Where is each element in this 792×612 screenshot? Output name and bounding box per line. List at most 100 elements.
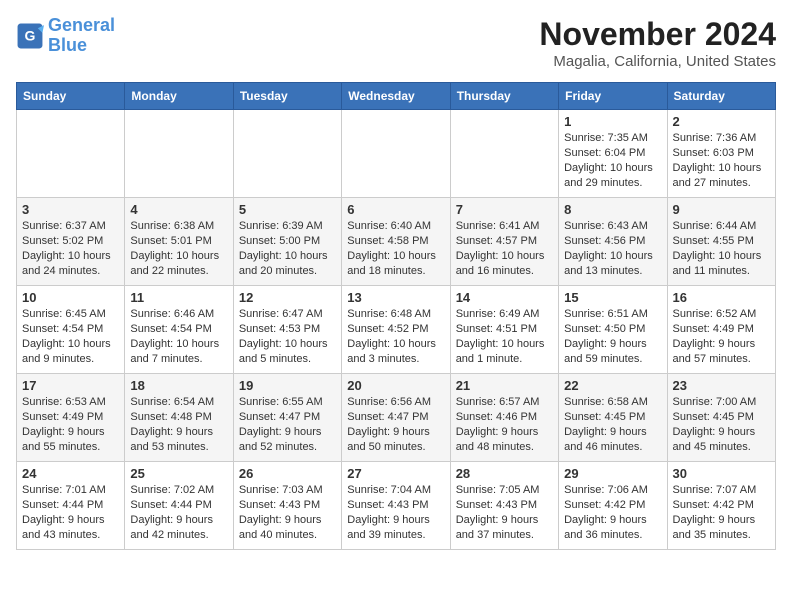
weekday-header: Monday xyxy=(125,83,233,110)
day-info: Sunset: 4:44 PM xyxy=(22,498,119,513)
day-number: 4 xyxy=(130,202,227,217)
logo-line1: General xyxy=(48,15,115,35)
calendar-cell xyxy=(342,110,450,198)
day-info: Sunset: 4:58 PM xyxy=(347,234,444,249)
day-info: Sunrise: 6:44 AM xyxy=(673,219,770,234)
day-info: Sunrise: 6:55 AM xyxy=(239,395,336,410)
day-info: Sunset: 4:43 PM xyxy=(239,498,336,513)
calendar-cell: 5Sunrise: 6:39 AMSunset: 5:00 PMDaylight… xyxy=(233,198,341,286)
day-info: Daylight: 10 hours and 11 minutes. xyxy=(673,249,770,279)
calendar-cell: 27Sunrise: 7:04 AMSunset: 4:43 PMDayligh… xyxy=(342,462,450,550)
day-info: Sunset: 4:47 PM xyxy=(347,410,444,425)
day-info: Daylight: 10 hours and 16 minutes. xyxy=(456,249,553,279)
day-number: 12 xyxy=(239,290,336,305)
day-info: Daylight: 9 hours and 35 minutes. xyxy=(673,513,770,543)
day-info: Sunrise: 7:00 AM xyxy=(673,395,770,410)
calendar-cell: 22Sunrise: 6:58 AMSunset: 4:45 PMDayligh… xyxy=(559,374,667,462)
day-info: Sunrise: 6:57 AM xyxy=(456,395,553,410)
calendar: SundayMondayTuesdayWednesdayThursdayFrid… xyxy=(16,82,776,550)
day-number: 19 xyxy=(239,378,336,393)
day-number: 10 xyxy=(22,290,119,305)
day-info: Daylight: 9 hours and 39 minutes. xyxy=(347,513,444,543)
day-info: Sunset: 4:53 PM xyxy=(239,322,336,337)
day-info: Daylight: 9 hours and 40 minutes. xyxy=(239,513,336,543)
calendar-cell: 17Sunrise: 6:53 AMSunset: 4:49 PMDayligh… xyxy=(17,374,125,462)
day-number: 13 xyxy=(347,290,444,305)
weekday-header: Friday xyxy=(559,83,667,110)
day-info: Sunset: 4:45 PM xyxy=(564,410,661,425)
day-info: Sunset: 5:00 PM xyxy=(239,234,336,249)
calendar-cell: 7Sunrise: 6:41 AMSunset: 4:57 PMDaylight… xyxy=(450,198,558,286)
day-info: Sunset: 4:46 PM xyxy=(456,410,553,425)
day-info: Sunrise: 6:43 AM xyxy=(564,219,661,234)
day-number: 29 xyxy=(564,466,661,481)
calendar-header: SundayMondayTuesdayWednesdayThursdayFrid… xyxy=(17,83,776,110)
day-number: 15 xyxy=(564,290,661,305)
calendar-cell: 8Sunrise: 6:43 AMSunset: 4:56 PMDaylight… xyxy=(559,198,667,286)
calendar-cell: 23Sunrise: 7:00 AMSunset: 4:45 PMDayligh… xyxy=(667,374,775,462)
day-info: Daylight: 9 hours and 43 minutes. xyxy=(22,513,119,543)
day-info: Daylight: 10 hours and 29 minutes. xyxy=(564,161,661,191)
logo-icon: G xyxy=(16,22,44,50)
day-info: Daylight: 10 hours and 9 minutes. xyxy=(22,337,119,367)
weekday-header: Wednesday xyxy=(342,83,450,110)
day-info: Sunset: 4:48 PM xyxy=(130,410,227,425)
calendar-body: 1Sunrise: 7:35 AMSunset: 6:04 PMDaylight… xyxy=(17,110,776,550)
day-info: Daylight: 9 hours and 50 minutes. xyxy=(347,425,444,455)
day-info: Sunrise: 7:03 AM xyxy=(239,483,336,498)
day-info: Sunrise: 6:51 AM xyxy=(564,307,661,322)
page-header: G General Blue November 2024 Magalia, Ca… xyxy=(16,16,776,70)
day-number: 22 xyxy=(564,378,661,393)
day-info: Sunset: 4:49 PM xyxy=(22,410,119,425)
day-info: Daylight: 10 hours and 13 minutes. xyxy=(564,249,661,279)
day-info: Daylight: 9 hours and 48 minutes. xyxy=(456,425,553,455)
day-info: Sunset: 6:03 PM xyxy=(673,146,770,161)
weekday-row: SundayMondayTuesdayWednesdayThursdayFrid… xyxy=(17,83,776,110)
calendar-cell: 20Sunrise: 6:56 AMSunset: 4:47 PMDayligh… xyxy=(342,374,450,462)
day-info: Sunset: 4:52 PM xyxy=(347,322,444,337)
logo-text: General Blue xyxy=(48,16,115,56)
day-info: Sunset: 4:56 PM xyxy=(564,234,661,249)
calendar-cell: 14Sunrise: 6:49 AMSunset: 4:51 PMDayligh… xyxy=(450,286,558,374)
day-info: Sunset: 4:57 PM xyxy=(456,234,553,249)
calendar-cell: 25Sunrise: 7:02 AMSunset: 4:44 PMDayligh… xyxy=(125,462,233,550)
calendar-cell: 2Sunrise: 7:36 AMSunset: 6:03 PMDaylight… xyxy=(667,110,775,198)
calendar-cell: 4Sunrise: 6:38 AMSunset: 5:01 PMDaylight… xyxy=(125,198,233,286)
calendar-cell: 11Sunrise: 6:46 AMSunset: 4:54 PMDayligh… xyxy=(125,286,233,374)
day-number: 21 xyxy=(456,378,553,393)
day-info: Daylight: 10 hours and 24 minutes. xyxy=(22,249,119,279)
calendar-cell: 3Sunrise: 6:37 AMSunset: 5:02 PMDaylight… xyxy=(17,198,125,286)
calendar-cell: 18Sunrise: 6:54 AMSunset: 4:48 PMDayligh… xyxy=(125,374,233,462)
calendar-cell: 13Sunrise: 6:48 AMSunset: 4:52 PMDayligh… xyxy=(342,286,450,374)
weekday-header: Thursday xyxy=(450,83,558,110)
day-info: Sunset: 4:42 PM xyxy=(673,498,770,513)
calendar-cell: 12Sunrise: 6:47 AMSunset: 4:53 PMDayligh… xyxy=(233,286,341,374)
calendar-week-row: 10Sunrise: 6:45 AMSunset: 4:54 PMDayligh… xyxy=(17,286,776,374)
calendar-cell xyxy=(17,110,125,198)
day-info: Sunrise: 7:02 AM xyxy=(130,483,227,498)
calendar-cell: 19Sunrise: 6:55 AMSunset: 4:47 PMDayligh… xyxy=(233,374,341,462)
day-info: Daylight: 9 hours and 37 minutes. xyxy=(456,513,553,543)
calendar-cell: 16Sunrise: 6:52 AMSunset: 4:49 PMDayligh… xyxy=(667,286,775,374)
day-number: 27 xyxy=(347,466,444,481)
day-info: Sunrise: 6:38 AM xyxy=(130,219,227,234)
day-info: Sunset: 5:02 PM xyxy=(22,234,119,249)
day-number: 17 xyxy=(22,378,119,393)
calendar-cell: 21 Sunrise: 6:57 AMSunset: 4:46 PMDayligh… xyxy=(450,374,558,462)
day-info: Sunset: 4:49 PM xyxy=(673,322,770,337)
calendar-cell xyxy=(233,110,341,198)
day-info: Sunrise: 6:39 AM xyxy=(239,219,336,234)
day-info: Daylight: 9 hours and 57 minutes. xyxy=(673,337,770,367)
day-number: 25 xyxy=(130,466,227,481)
day-info: Sunrise: 6:53 AM xyxy=(22,395,119,410)
day-info: Sunrise: 6:37 AM xyxy=(22,219,119,234)
day-info: Sunset: 4:42 PM xyxy=(564,498,661,513)
calendar-cell: 28Sunrise: 7:05 AMSunset: 4:43 PMDayligh… xyxy=(450,462,558,550)
calendar-week-row: 17 Sunrise: 6:53 AMSunset: 4:49 PM Dayligh… xyxy=(17,374,776,462)
day-number: 14 xyxy=(456,290,553,305)
day-info: Sunset: 4:54 PM xyxy=(130,322,227,337)
calendar-cell: 24Sunrise: 7:01 AMSunset: 4:44 PMDayligh… xyxy=(17,462,125,550)
day-info: Sunrise: 7:06 AM xyxy=(564,483,661,498)
day-number: 23 xyxy=(673,378,770,393)
day-number: 24 xyxy=(22,466,119,481)
